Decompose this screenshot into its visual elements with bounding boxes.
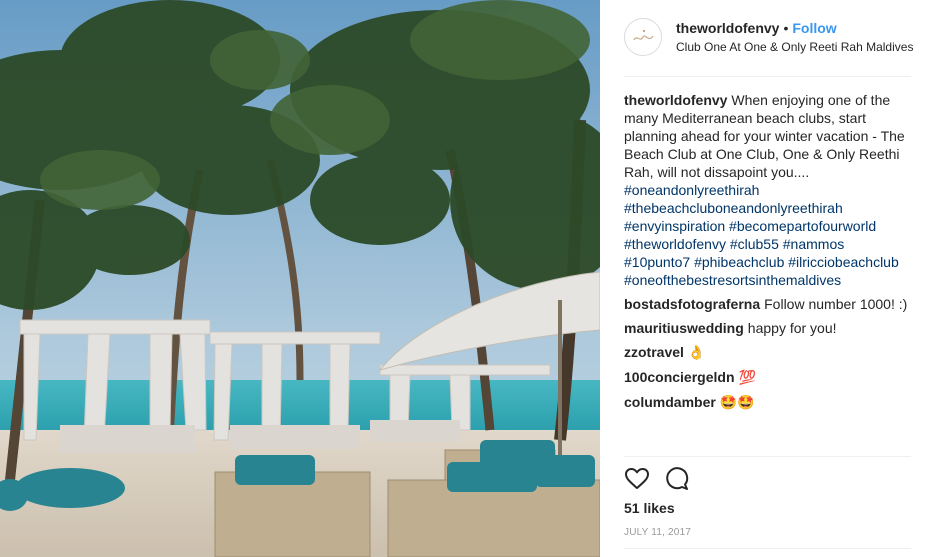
comment-item: 100conciergeldn 💯 (624, 368, 914, 387)
comment-username[interactable]: zzotravel (624, 344, 684, 360)
post-photo[interactable] (0, 0, 600, 557)
comment-item: bostadsfotograferna Follow number 1000! :… (624, 295, 914, 313)
post-date[interactable]: JULY 11, 2017 (624, 527, 691, 538)
separator-dot: • (783, 20, 789, 36)
post-header: theworldofenvy • Follow Club One At One & … (624, 16, 913, 60)
hashtag-line[interactable]: #oneandonlyreethirah (624, 181, 914, 199)
hashtag-list: #oneandonlyreethirah #thebeachcluboneand… (624, 181, 914, 289)
comment-item: zzotravel 👌 (624, 343, 914, 362)
comment-username[interactable]: mauritiuswedding (624, 320, 744, 336)
comment-item: columdamber 🤩🤩 (624, 393, 914, 412)
post-username[interactable]: theworldofenvy (676, 20, 779, 36)
hashtag-line[interactable]: #10punto7 #phibeachclub #ilricciobeachcl… (624, 253, 914, 271)
comments-list: theworldofenvy When enjoying one of the … (624, 91, 914, 418)
header-divider (624, 76, 911, 77)
beach-club-photo (0, 0, 600, 557)
comment-bubble-icon[interactable] (664, 466, 690, 492)
hashtag-line[interactable]: #thebeachcluboneandonlyreethirah (624, 199, 914, 217)
envy-logo-icon (627, 21, 661, 55)
header-line: theworldofenvy • Follow (676, 20, 837, 36)
actions-divider (624, 456, 911, 457)
avatar[interactable] (624, 18, 662, 56)
likes-count[interactable]: 51 likes (624, 500, 675, 516)
comment-item: mauritiuswedding happy for you! (624, 319, 914, 337)
hashtag-line[interactable]: #envyinspiration #becomepartofourworld (624, 217, 914, 235)
hashtag-line[interactable]: #oneofthebestresortsinthemaldives (624, 271, 914, 289)
footer-divider (624, 548, 911, 549)
follow-button[interactable]: Follow (792, 20, 836, 36)
post-location[interactable]: Club One At One & Only Reeti Rah Maldive… (676, 40, 913, 54)
post-panel: theworldofenvy • Follow Club One At One & … (600, 0, 935, 557)
comment-emoji: 🤩🤩 (719, 395, 755, 411)
caption-username[interactable]: theworldofenvy (624, 92, 727, 108)
comment-text: Follow number 1000! :) (764, 296, 908, 312)
comment-emoji: 💯 (738, 370, 756, 386)
comment-username[interactable]: 100conciergeldn (624, 369, 735, 385)
hashtag-line[interactable]: #theworldofenvy #club55 #nammos (624, 235, 914, 253)
comment-text: happy for you! (747, 320, 837, 336)
comment-username[interactable]: bostadsfotograferna (624, 296, 760, 312)
heart-icon[interactable] (624, 466, 650, 492)
comment-username[interactable]: columdamber (624, 394, 716, 410)
caption: theworldofenvy When enjoying one of the … (624, 91, 914, 289)
comment-emoji: 👌 (687, 345, 706, 361)
